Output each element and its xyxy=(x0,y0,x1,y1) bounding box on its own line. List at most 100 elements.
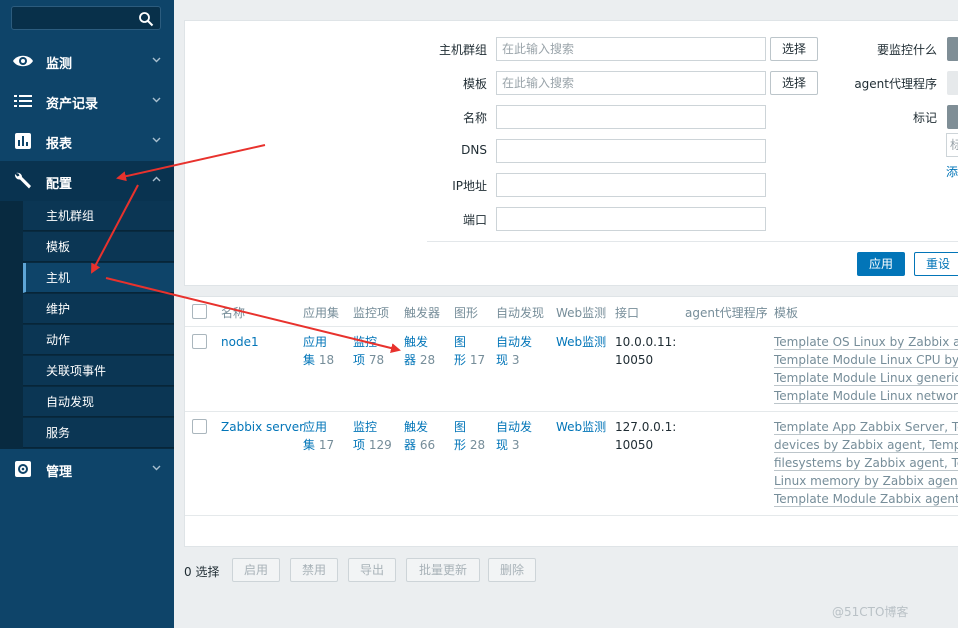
col-header-interface: 接口 xyxy=(615,306,640,320)
triggers-link[interactable]: 触发器 28 xyxy=(404,333,435,369)
watermark: @51CTO博客 xyxy=(832,605,909,619)
submenu-templates[interactable]: 模板 xyxy=(23,232,174,262)
submenu-hosts[interactable]: 主机 xyxy=(23,263,174,293)
port-input[interactable] xyxy=(496,207,766,231)
proxy-toggle[interactable] xyxy=(947,71,958,95)
template-link[interactable]: Linux memory by Zabbix agent, Te xyxy=(774,474,958,489)
enable-button[interactable]: 启用 xyxy=(232,558,280,582)
submenu-event-correlation[interactable]: 关联项事件 xyxy=(23,356,174,386)
col-header-items: 监控项 xyxy=(353,306,390,320)
template-input[interactable] xyxy=(496,71,766,95)
apply-button[interactable]: 应用 xyxy=(857,252,905,276)
submenu-services[interactable]: 服务 xyxy=(23,418,174,448)
chevron-down-icon xyxy=(152,137,161,143)
graphs-link[interactable]: 图形 17 xyxy=(454,333,485,369)
monitored-by-toggle[interactable] xyxy=(947,37,958,61)
add-tag-link[interactable]: 添 xyxy=(946,163,958,181)
dns-label: DNS xyxy=(461,143,487,157)
dns-input[interactable] xyxy=(496,139,766,163)
template-select-button[interactable]: 选择 xyxy=(770,71,818,95)
nav-configuration[interactable]: 配置 xyxy=(0,161,174,201)
items-link[interactable]: 监控项 78 xyxy=(353,333,384,369)
interface-value: 127.0.0.1: 10050 xyxy=(615,420,677,452)
disable-button[interactable]: 禁用 xyxy=(290,558,338,582)
template-link[interactable]: Template Module Linux generic by xyxy=(774,371,958,386)
gear-icon xyxy=(15,461,31,477)
host-group-label: 主机群组 xyxy=(438,43,487,57)
chevron-up-icon xyxy=(152,176,161,182)
host-name-link[interactable]: node1 xyxy=(221,333,259,351)
row-separator xyxy=(185,515,958,516)
template-link[interactable]: Template Module Linux network int xyxy=(774,389,958,404)
name-label: 名称 xyxy=(462,111,487,125)
eye-icon xyxy=(13,55,33,67)
reset-button[interactable]: 重设 xyxy=(914,252,958,276)
template-label: 模板 xyxy=(462,77,487,91)
col-header-name[interactable]: 名称 xyxy=(221,304,245,321)
export-button[interactable]: 导出 xyxy=(348,558,396,582)
tags-label: 标记 xyxy=(912,111,937,125)
tag-name-input[interactable]: 标 xyxy=(946,133,958,157)
chevron-down-icon xyxy=(152,57,161,63)
submenu-discovery[interactable]: 自动发现 xyxy=(23,387,174,417)
triggers-link[interactable]: 触发器 66 xyxy=(404,418,435,454)
items-link[interactable]: 监控项 129 xyxy=(353,418,392,454)
monitored-by-label: 要监控什么 xyxy=(876,43,937,57)
name-input[interactable] xyxy=(496,105,766,129)
nav-reports[interactable]: 报表 xyxy=(0,121,174,161)
col-header-applications: 应用集 xyxy=(303,306,340,320)
nav-monitoring-label: 监测 xyxy=(46,57,73,72)
template-link[interactable]: Template OS Linux by Zabbix agen xyxy=(774,335,958,350)
host-filter-panel: 主机群组 选择 模板 选择 名称 DNS IP地址 端口 要监控什么 agent… xyxy=(184,20,958,286)
nav-configuration-label: 配置 xyxy=(46,177,73,192)
host-group-input[interactable] xyxy=(496,37,766,61)
host-name-link[interactable]: Zabbix server xyxy=(221,418,304,436)
template-link[interactable]: Template Module Linux CPU by Za xyxy=(774,353,958,368)
graphs-link[interactable]: 图形 28 xyxy=(454,418,485,454)
template-link[interactable]: filesystems by Zabbix agent, Temp xyxy=(774,456,958,471)
template-link[interactable]: devices by Zabbix agent, Template xyxy=(774,438,958,453)
col-header-triggers: 触发器 xyxy=(404,306,441,320)
submenu-actions[interactable]: 动作 xyxy=(23,325,174,355)
row-separator xyxy=(185,411,958,412)
web-link[interactable]: Web监测 xyxy=(556,418,606,436)
mass-update-button[interactable]: 批量更新 xyxy=(406,558,480,582)
applications-link[interactable]: 应用集 18 xyxy=(303,333,334,369)
nav-monitoring[interactable]: 监测 xyxy=(0,41,174,81)
sidebar-search-input[interactable] xyxy=(11,6,161,30)
tags-operator-toggle[interactable] xyxy=(947,105,958,129)
proxy-label: agent代理程序 xyxy=(854,77,937,91)
col-header-discovery: 自动发现 xyxy=(496,306,545,320)
list-icon xyxy=(14,95,32,107)
ip-input[interactable] xyxy=(496,173,766,197)
row-checkbox[interactable] xyxy=(192,334,207,349)
web-link[interactable]: Web监测 xyxy=(556,333,606,351)
template-link[interactable]: Template Module Zabbix agent) xyxy=(774,492,958,507)
delete-button[interactable]: 删除 xyxy=(488,558,536,582)
template-link[interactable]: Template App Zabbix Server, Temp xyxy=(774,420,958,435)
discovery-link[interactable]: 自动发现 3 xyxy=(496,333,532,369)
sidebar: 监测 资产记录 报表 配置 主机群组 模板 主机 维护 动作 关联项事件 自动发… xyxy=(0,0,174,628)
hosts-table: 名称 应用集 监控项 触发器 图形 自动发现 Web监测 接口 agent代理程… xyxy=(184,296,958,547)
templates-list: Template OS Linux by Zabbix agen Templat… xyxy=(774,333,958,405)
row-checkbox[interactable] xyxy=(192,419,207,434)
filter-divider xyxy=(427,241,958,242)
host-group-select-button[interactable]: 选择 xyxy=(770,37,818,61)
nav-inventory-label: 资产记录 xyxy=(46,97,99,112)
chevron-down-icon xyxy=(152,465,161,471)
nav-inventory[interactable]: 资产记录 xyxy=(0,81,174,121)
configuration-submenu: 主机群组 模板 主机 维护 动作 关联项事件 自动发现 服务 xyxy=(0,201,174,449)
nav-reports-label: 报表 xyxy=(46,137,73,152)
submenu-maintenance[interactable]: 维护 xyxy=(23,294,174,324)
header-separator xyxy=(185,326,958,327)
search-icon[interactable] xyxy=(138,11,154,27)
nav-administration[interactable]: 管理 xyxy=(0,449,174,489)
col-header-proxy: agent代理程序 xyxy=(685,306,768,320)
discovery-link[interactable]: 自动发现 3 xyxy=(496,418,532,454)
submenu-host-groups[interactable]: 主机群组 xyxy=(23,201,174,231)
select-all-checkbox[interactable] xyxy=(192,304,207,319)
applications-link[interactable]: 应用集 17 xyxy=(303,418,334,454)
col-header-web: Web监测 xyxy=(556,306,607,320)
port-label: 端口 xyxy=(462,213,487,227)
templates-list: Template App Zabbix Server, Temp devices… xyxy=(774,418,958,508)
